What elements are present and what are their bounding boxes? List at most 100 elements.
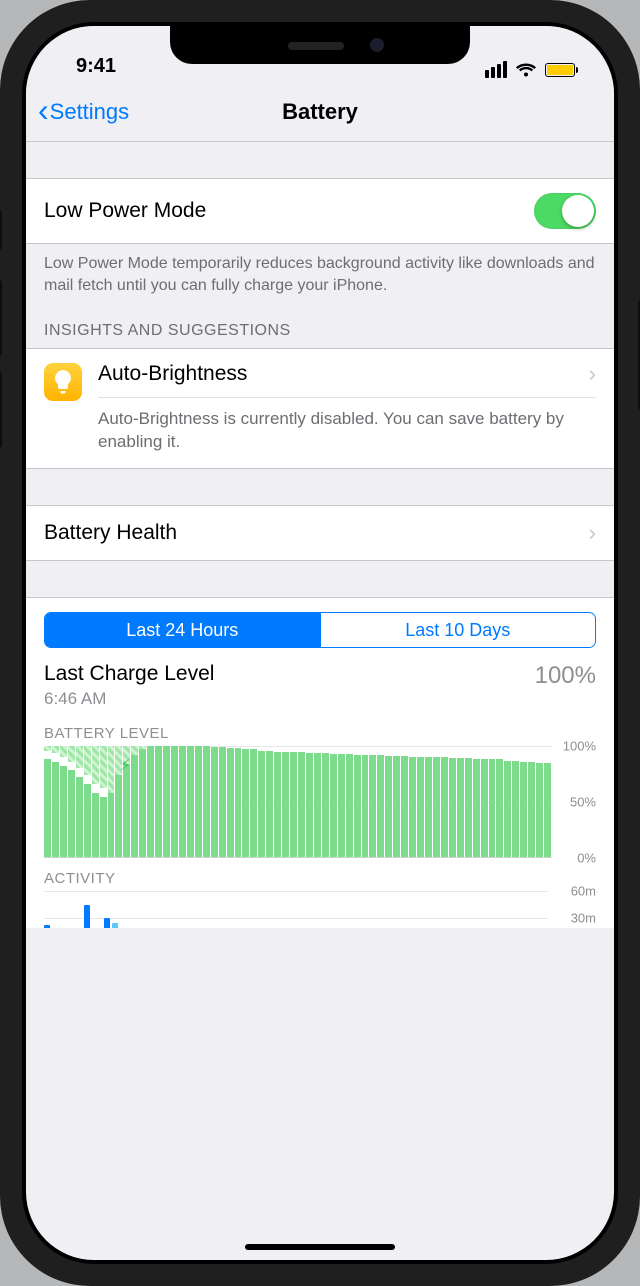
chevron-left-icon: ‹ — [38, 94, 49, 126]
battery-bar — [369, 746, 376, 857]
activity-bar-screen-on — [44, 925, 50, 928]
cellular-signal-icon — [485, 61, 507, 78]
battery-bar — [179, 746, 186, 857]
time-range-segmented: Last 24 Hours Last 10 Days — [44, 612, 596, 648]
activity-title: ACTIVITY — [44, 870, 596, 887]
activity-bar-screen-on — [104, 918, 110, 928]
battery-bar — [306, 746, 313, 857]
page-title: Battery — [282, 99, 358, 125]
battery-bar — [60, 746, 67, 857]
battery-bar — [393, 746, 400, 857]
battery-bar — [417, 746, 424, 857]
tab-last-10-days[interactable]: Last 10 Days — [320, 613, 596, 647]
battery-bar — [147, 746, 154, 857]
battery-level-chart: BATTERY LEVEL ⚡︎ 100% 50% 0 — [44, 711, 596, 858]
battery-bar — [155, 746, 162, 857]
battery-level-title: BATTERY LEVEL — [44, 725, 596, 742]
last-charge-time: 6:46 AM — [44, 689, 214, 709]
usage-panel: Last 24 Hours Last 10 Days Last Charge L… — [26, 597, 614, 928]
battery-bar — [84, 746, 91, 857]
battery-bar — [544, 746, 551, 857]
battery-bar — [219, 746, 226, 857]
battery-bar — [211, 746, 218, 857]
battery-bar — [473, 746, 480, 857]
battery-bar — [187, 746, 194, 857]
battery-bar — [227, 746, 234, 857]
device-notch — [170, 26, 470, 64]
battery-bar — [298, 746, 305, 857]
battery-bar — [139, 746, 146, 857]
battery-bar — [52, 746, 59, 857]
battery-bar — [338, 746, 345, 857]
battery-bar — [314, 746, 321, 857]
battery-bar — [44, 746, 51, 857]
low-power-mode-toggle[interactable] — [534, 193, 596, 229]
battery-bar — [76, 746, 83, 857]
battery-bar — [322, 746, 329, 857]
battery-bar — [449, 746, 456, 857]
last-charge-percent: 100% — [535, 662, 596, 690]
battery-bar — [250, 746, 257, 857]
battery-bar — [401, 746, 408, 857]
status-time: 9:41 — [58, 55, 116, 78]
battery-bar — [131, 746, 138, 857]
auto-brightness-row[interactable]: Auto-Brightness › Auto-Brightness is cur… — [26, 348, 614, 469]
battery-y-label: 50% — [570, 795, 596, 810]
last-charge-label: Last Charge Level — [44, 662, 214, 686]
battery-bar — [520, 746, 527, 857]
wifi-icon — [515, 62, 537, 78]
home-indicator[interactable] — [245, 1244, 395, 1250]
activity-chart: ACTIVITY 60m 30m — [44, 858, 596, 928]
auto-brightness-title: Auto-Brightness — [98, 362, 247, 386]
battery-health-row[interactable]: Battery Health › — [26, 505, 614, 561]
battery-icon — [545, 63, 579, 77]
battery-bar — [377, 746, 384, 857]
battery-bar — [409, 746, 416, 857]
battery-bar — [235, 746, 242, 857]
battery-bar — [330, 746, 337, 857]
battery-bar — [504, 746, 511, 857]
activity-y-label: 30m — [571, 911, 596, 926]
activity-bar-screen-on — [84, 905, 90, 929]
battery-bar — [100, 746, 107, 857]
lightbulb-icon — [44, 363, 82, 401]
battery-bar — [528, 746, 535, 857]
battery-bar — [346, 746, 353, 857]
battery-bar — [274, 746, 281, 857]
activity-bar-group — [104, 918, 118, 928]
low-power-mode-row: Low Power Mode — [26, 178, 614, 244]
back-label: Settings — [50, 99, 130, 125]
navigation-bar: ‹ Settings Battery — [26, 82, 614, 142]
battery-bar — [203, 746, 210, 857]
battery-bar — [171, 746, 178, 857]
battery-bar — [512, 746, 519, 857]
chevron-right-icon: › — [589, 520, 596, 546]
activity-bar-screen-off — [112, 923, 118, 928]
battery-bar — [362, 746, 369, 857]
battery-bar — [266, 746, 273, 857]
battery-bar — [433, 746, 440, 857]
battery-bar — [385, 746, 392, 857]
low-power-mode-label: Low Power Mode — [44, 199, 534, 223]
battery-bar — [354, 746, 361, 857]
battery-bar — [92, 746, 99, 857]
insights-header: INSIGHTS AND SUGGESTIONS — [26, 296, 614, 348]
back-button[interactable]: ‹ Settings — [38, 96, 129, 128]
battery-bar — [68, 746, 75, 857]
battery-bar — [195, 746, 202, 857]
battery-bar — [290, 746, 297, 857]
battery-bar — [163, 746, 170, 857]
battery-bar — [282, 746, 289, 857]
battery-bar — [465, 746, 472, 857]
battery-bar — [536, 746, 543, 857]
battery-bar — [425, 746, 432, 857]
battery-bar — [242, 746, 249, 857]
battery-bar — [108, 746, 115, 857]
battery-bar — [457, 746, 464, 857]
tab-last-24-hours[interactable]: Last 24 Hours — [45, 613, 320, 647]
battery-bar — [481, 746, 488, 857]
activity-bar-group — [84, 905, 98, 929]
battery-bar — [489, 746, 496, 857]
charging-bolt-icon: ⚡︎ — [120, 756, 131, 774]
activity-y-label: 60m — [571, 884, 596, 899]
